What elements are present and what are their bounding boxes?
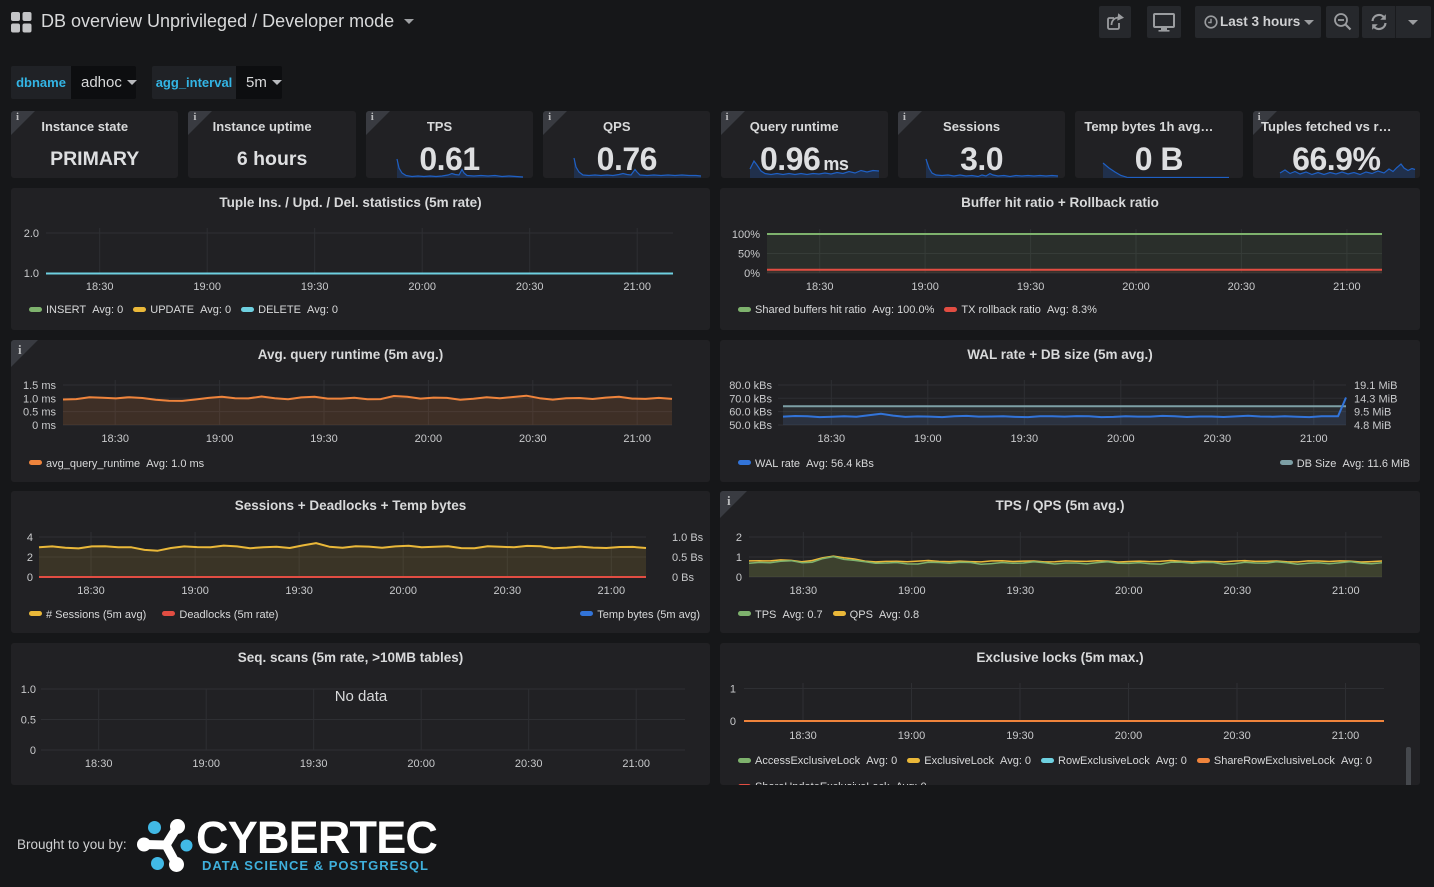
svg-text:21:00: 21:00 bbox=[623, 433, 651, 445]
svg-text:19:30: 19:30 bbox=[285, 585, 313, 597]
svg-text:20:00: 20:00 bbox=[415, 433, 443, 445]
svg-text:18:30: 18:30 bbox=[86, 281, 114, 293]
svg-text:70.0 kBs: 70.0 kBs bbox=[729, 393, 772, 405]
svg-text:19:00: 19:00 bbox=[193, 281, 221, 293]
svg-text:21:00: 21:00 bbox=[598, 585, 626, 597]
svg-text:19:00: 19:00 bbox=[914, 433, 942, 445]
svg-text:20:00: 20:00 bbox=[408, 281, 436, 293]
svg-text:50.0 kBs: 50.0 kBs bbox=[729, 420, 772, 432]
svg-text:19:30: 19:30 bbox=[1011, 433, 1039, 445]
svg-text:0 ms: 0 ms bbox=[32, 420, 56, 432]
svg-text:19.1 MiB: 19.1 MiB bbox=[1354, 380, 1397, 392]
svg-text:20:00: 20:00 bbox=[1115, 730, 1143, 742]
svg-text:18:30: 18:30 bbox=[77, 585, 105, 597]
svg-text:100%: 100% bbox=[732, 229, 760, 241]
svg-text:0 Bs: 0 Bs bbox=[672, 572, 695, 584]
svg-text:19:00: 19:00 bbox=[911, 281, 939, 293]
svg-text:20:30: 20:30 bbox=[1228, 281, 1256, 293]
svg-text:20:00: 20:00 bbox=[389, 585, 417, 597]
svg-text:0: 0 bbox=[730, 716, 736, 728]
svg-text:19:30: 19:30 bbox=[1017, 281, 1045, 293]
svg-text:18:30: 18:30 bbox=[85, 758, 113, 770]
svg-text:No data: No data bbox=[335, 688, 388, 705]
svg-text:21:00: 21:00 bbox=[1332, 730, 1360, 742]
svg-text:1: 1 bbox=[736, 552, 742, 564]
svg-text:19:00: 19:00 bbox=[898, 730, 926, 742]
svg-text:1.0: 1.0 bbox=[21, 684, 36, 696]
svg-text:1.0: 1.0 bbox=[24, 268, 39, 280]
svg-text:21:00: 21:00 bbox=[1300, 433, 1328, 445]
svg-text:4.8 MiB: 4.8 MiB bbox=[1354, 420, 1391, 432]
svg-text:19:30: 19:30 bbox=[301, 281, 329, 293]
svg-text:1: 1 bbox=[730, 684, 736, 696]
svg-text:4: 4 bbox=[27, 532, 33, 544]
svg-text:20:30: 20:30 bbox=[494, 585, 522, 597]
svg-text:20:30: 20:30 bbox=[515, 758, 543, 770]
svg-text:18:30: 18:30 bbox=[101, 433, 129, 445]
svg-text:20:30: 20:30 bbox=[1224, 585, 1252, 597]
svg-text:20:00: 20:00 bbox=[1115, 585, 1143, 597]
svg-text:1.0 Bs: 1.0 Bs bbox=[672, 532, 704, 544]
svg-text:0.5 Bs: 0.5 Bs bbox=[672, 552, 704, 564]
svg-text:14.3 MiB: 14.3 MiB bbox=[1354, 393, 1397, 405]
svg-text:80.0 kBs: 80.0 kBs bbox=[729, 380, 772, 392]
svg-text:20:00: 20:00 bbox=[1107, 433, 1135, 445]
svg-text:0: 0 bbox=[736, 572, 742, 584]
svg-text:19:00: 19:00 bbox=[206, 433, 234, 445]
svg-text:21:00: 21:00 bbox=[622, 758, 650, 770]
svg-text:0: 0 bbox=[30, 745, 36, 757]
svg-text:19:00: 19:00 bbox=[898, 585, 926, 597]
svg-text:2: 2 bbox=[27, 552, 33, 564]
svg-text:20:30: 20:30 bbox=[519, 433, 547, 445]
svg-text:18:30: 18:30 bbox=[818, 433, 846, 445]
svg-text:19:30: 19:30 bbox=[310, 433, 338, 445]
svg-text:50%: 50% bbox=[738, 249, 760, 261]
svg-text:21:00: 21:00 bbox=[623, 281, 651, 293]
svg-text:0: 0 bbox=[27, 572, 33, 584]
svg-text:21:00: 21:00 bbox=[1333, 281, 1361, 293]
svg-text:20:30: 20:30 bbox=[1204, 433, 1232, 445]
svg-text:1.0 ms: 1.0 ms bbox=[23, 393, 57, 405]
svg-text:60.0 kBs: 60.0 kBs bbox=[729, 407, 772, 419]
svg-text:18:30: 18:30 bbox=[790, 585, 818, 597]
svg-text:19:00: 19:00 bbox=[181, 585, 209, 597]
svg-text:19:30: 19:30 bbox=[1006, 730, 1034, 742]
svg-text:2.0: 2.0 bbox=[24, 228, 39, 240]
svg-text:19:00: 19:00 bbox=[192, 758, 220, 770]
svg-text:18:30: 18:30 bbox=[789, 730, 817, 742]
svg-text:19:30: 19:30 bbox=[1007, 585, 1035, 597]
svg-text:20:00: 20:00 bbox=[1122, 281, 1150, 293]
svg-text:9.5 MiB: 9.5 MiB bbox=[1354, 407, 1391, 419]
svg-text:21:00: 21:00 bbox=[1332, 585, 1360, 597]
svg-text:0.5: 0.5 bbox=[21, 715, 36, 727]
svg-text:0%: 0% bbox=[744, 268, 760, 280]
svg-text:18:30: 18:30 bbox=[806, 281, 834, 293]
svg-text:2: 2 bbox=[736, 532, 742, 544]
svg-text:20:30: 20:30 bbox=[1223, 730, 1251, 742]
svg-text:0.5 ms: 0.5 ms bbox=[23, 407, 57, 419]
svg-text:20:00: 20:00 bbox=[407, 758, 435, 770]
svg-text:19:30: 19:30 bbox=[300, 758, 328, 770]
svg-text:20:30: 20:30 bbox=[516, 281, 544, 293]
svg-text:1.5 ms: 1.5 ms bbox=[23, 380, 57, 392]
